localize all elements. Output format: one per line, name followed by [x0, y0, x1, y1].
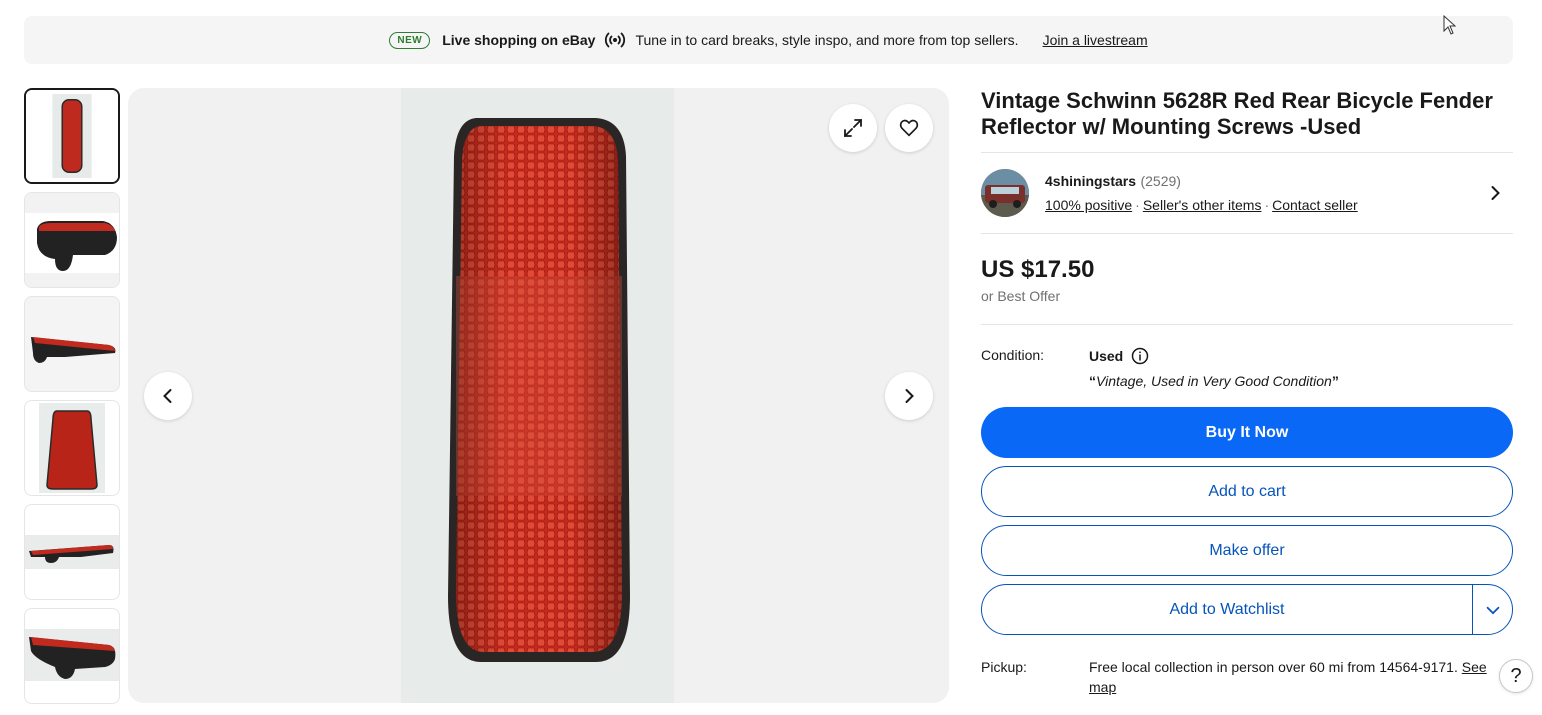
main-product-image[interactable] [128, 88, 949, 703]
livestream-banner: NEW Live shopping on eBay Tune in to car… [24, 16, 1513, 64]
join-livestream-link[interactable]: Join a livestream [1043, 32, 1148, 48]
seller-positive-link[interactable]: 100% positive [1045, 197, 1132, 213]
heart-icon [899, 119, 919, 137]
contact-seller-link[interactable]: Contact seller [1272, 197, 1358, 213]
condition-value: Used [1089, 347, 1149, 365]
close-quote: ” [1331, 373, 1339, 389]
banner-headline: Live shopping on eBay [442, 32, 596, 48]
chevron-left-icon [163, 389, 172, 403]
pickup-row: Pickup: Free local collection in person … [981, 657, 1513, 697]
banner-text: Tune in to card breaks, style inspo, and… [635, 32, 1019, 48]
buy-it-now-button[interactable]: Buy It Now [981, 407, 1513, 458]
add-to-watchlist-button[interactable]: Add to Watchlist [982, 585, 1472, 634]
chevron-down-icon [1486, 606, 1499, 614]
help-button[interactable]: ? [1499, 659, 1533, 693]
pickup-value: Free local collection in person over 60 … [1089, 657, 1513, 697]
thumbnail-4[interactable] [24, 400, 120, 496]
reflector-photo [448, 118, 630, 662]
make-offer-button[interactable]: Make offer [981, 525, 1513, 576]
divider [981, 233, 1513, 234]
thumbnail-strip [24, 88, 120, 712]
live-broadcast-icon [603, 28, 627, 52]
seller-info: 4shiningstars (2529) 100% positive · Selle… [1045, 173, 1358, 213]
condition-value-text: Used [1089, 348, 1124, 364]
best-offer-text: or Best Offer [981, 288, 1061, 304]
watch-heart-button[interactable] [885, 104, 933, 152]
seller-name[interactable]: 4shiningstars [1045, 173, 1136, 189]
item-title: Vintage Schwinn 5628R Red Rear Bicycle F… [981, 88, 1493, 139]
seller-other-items-link[interactable]: Seller's other items [1143, 197, 1262, 213]
condition-description-text: Vintage, Used in Very Good Condition [1096, 373, 1332, 389]
open-quote: “ [1089, 373, 1096, 389]
pickup-text: Free local collection in person over 60 … [1089, 659, 1458, 675]
condition-label: Condition: [981, 347, 1045, 363]
expand-icon [844, 119, 862, 137]
watchlist-dropdown-button[interactable] [1472, 585, 1512, 634]
condition-row: Condition: Used [981, 347, 1513, 365]
item-price: US $17.50 [981, 256, 1095, 283]
watchlist-split-button: Add to Watchlist [981, 584, 1513, 635]
chevron-right-icon[interactable] [1485, 183, 1505, 203]
expand-image-button[interactable] [829, 104, 877, 152]
thumbnail-1[interactable] [24, 88, 120, 184]
divider [981, 324, 1513, 325]
next-image-button[interactable] [885, 372, 933, 420]
pickup-label: Pickup: [981, 659, 1027, 675]
seller-card[interactable]: 4shiningstars (2529) 100% positive · Selle… [981, 153, 1513, 233]
seller-avatar[interactable] [981, 169, 1029, 217]
separator-dot: · [1264, 197, 1270, 213]
info-icon[interactable] [1131, 347, 1149, 365]
item-details-panel: Vintage Schwinn 5628R Red Rear Bicycle F… [981, 88, 1513, 697]
separator-dot: · [1135, 197, 1140, 213]
thumbnail-6[interactable] [24, 608, 120, 704]
condition-description: “Vintage, Used in Very Good Condition” [1089, 373, 1513, 389]
add-to-cart-button[interactable]: Add to cart [981, 466, 1513, 517]
chevron-right-icon [905, 389, 914, 403]
mouse-cursor-icon [1443, 15, 1457, 35]
thumbnail-5[interactable] [24, 504, 120, 600]
seller-feedback-count: (2529) [1140, 173, 1181, 189]
thumbnail-3[interactable] [24, 296, 120, 392]
previous-image-button[interactable] [144, 372, 192, 420]
new-badge: NEW [389, 31, 431, 49]
thumbnail-2[interactable] [24, 192, 120, 288]
